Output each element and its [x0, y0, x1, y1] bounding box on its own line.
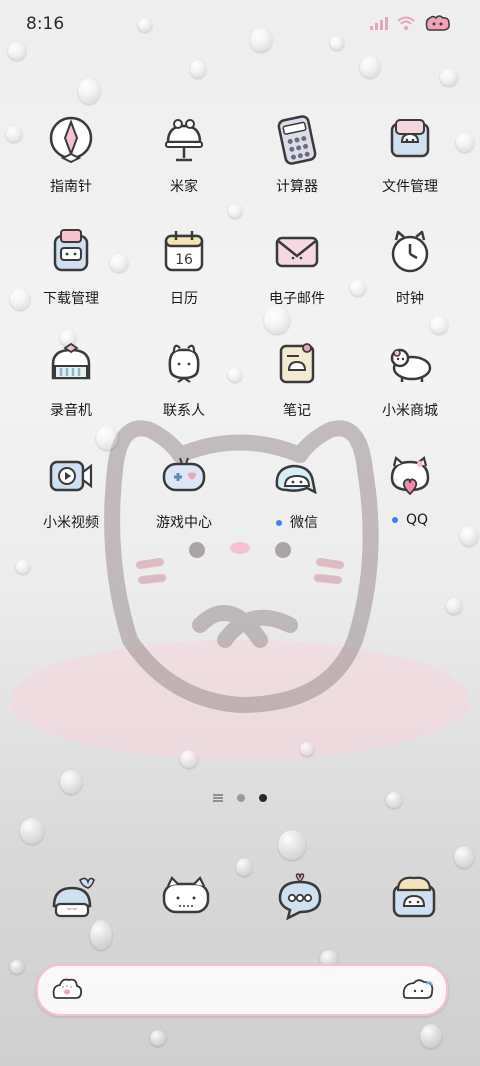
new-badge: [276, 520, 282, 526]
file-manager-icon: [390, 119, 430, 158]
notes-icon: [279, 343, 315, 384]
app-calculator[interactable]: 计算器: [240, 110, 354, 206]
battery-icon: [425, 15, 450, 31]
calendar-day: 16: [175, 252, 193, 268]
phone-icon: [52, 877, 95, 918]
menu-lines-icon: [213, 794, 223, 802]
wechat-icon: [275, 464, 317, 495]
app-file-manager[interactable]: 文件管理: [353, 110, 467, 206]
app-label: 笔记: [283, 403, 311, 419]
app-label-text: QQ: [405, 512, 429, 528]
camera-icon: [392, 876, 436, 918]
app-mijia[interactable]: 米家: [127, 110, 241, 206]
app-label: 小米商城: [382, 403, 438, 419]
app-contacts[interactable]: 联系人: [127, 334, 241, 430]
app-label: 联系人: [163, 403, 205, 419]
app-label: 日历: [170, 291, 198, 307]
dock-chat[interactable]: [272, 868, 328, 924]
dock: [0, 862, 480, 932]
dock-messages[interactable]: [158, 868, 214, 924]
app-label: 游戏中心: [156, 515, 212, 531]
signal-icon: [370, 17, 388, 30]
clock-icon: [391, 230, 429, 273]
app-mi-store[interactable]: 小米商城: [353, 334, 467, 430]
app-mi-video[interactable]: 小米视频: [14, 446, 128, 542]
email-icon: [275, 236, 319, 268]
app-game-center[interactable]: 游戏中心: [127, 446, 241, 542]
mi-video-icon: [49, 460, 93, 492]
messages-icon: [162, 876, 210, 914]
app-clock[interactable]: 时钟: [353, 222, 467, 318]
calendar-icon: 16: [164, 231, 204, 272]
assistant-icon[interactable]: [400, 976, 436, 1002]
app-label: 时钟: [396, 291, 424, 307]
app-download[interactable]: 下载管理: [14, 222, 128, 318]
mijia-icon: [165, 119, 203, 162]
dock-camera[interactable]: [386, 868, 442, 924]
app-label: 微信: [240, 512, 354, 532]
app-qq[interactable]: QQ: [353, 446, 467, 542]
app-label: 文件管理: [382, 179, 438, 195]
page-dot-active[interactable]: [259, 794, 267, 802]
mi-store-icon: [390, 348, 432, 382]
page-dot[interactable]: [237, 794, 245, 802]
app-notes[interactable]: 笔记: [240, 334, 354, 430]
contacts-icon: [168, 344, 200, 383]
download-icon: [53, 229, 89, 272]
app-label-text: 微信: [290, 515, 318, 531]
cloud-search-icon: [52, 978, 83, 999]
search-bar[interactable]: [36, 964, 448, 1016]
app-label: 计算器: [276, 179, 318, 195]
wifi-icon: [397, 16, 415, 30]
app-compass[interactable]: 指南针: [14, 110, 128, 206]
game-center-icon: [162, 457, 206, 492]
app-recorder[interactable]: 录音机: [14, 334, 128, 430]
app-label: 米家: [170, 179, 198, 195]
app-label: 指南针: [50, 179, 92, 195]
app-label: 录音机: [50, 403, 92, 419]
app-wechat[interactable]: 微信: [240, 446, 354, 542]
recorder-icon: [51, 342, 91, 380]
status-bar: 8:16: [0, 0, 480, 52]
compass-icon: [49, 116, 93, 164]
app-label: 下载管理: [43, 291, 99, 307]
app-email[interactable]: 电子邮件: [240, 222, 354, 318]
dock-phone[interactable]: [44, 868, 100, 924]
chat-icon: [278, 873, 322, 921]
app-calendar[interactable]: 16 日历: [127, 222, 241, 318]
app-label: QQ: [353, 512, 467, 528]
calculator-icon: [277, 115, 317, 165]
status-time: 8:16: [26, 14, 65, 34]
app-label: 小米视频: [43, 515, 99, 531]
page-indicator: [0, 794, 480, 802]
new-badge: [391, 517, 398, 523]
qq-icon: [390, 456, 430, 496]
app-label: 电子邮件: [269, 291, 325, 307]
